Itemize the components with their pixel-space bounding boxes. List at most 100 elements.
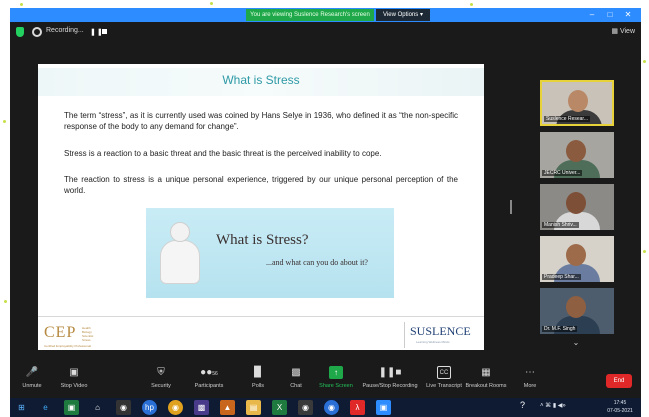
view-options-button[interactable]: View Options ▾ [376,9,430,21]
participant-tile[interactable]: Manish Shriv... [540,184,614,230]
participant-tile[interactable]: JECRC Univer... [540,132,614,178]
closed-captions-icon: CC [437,366,451,379]
suslence-logo: SUSLENCE [410,324,471,338]
windows-start-icon[interactable]: ⊞ [14,400,29,415]
polls-icon: ▉ [254,367,262,378]
view-button[interactable]: ▦ View [611,27,635,35]
share-screen-button[interactable]: ↑ Share Screen [306,366,366,396]
minimize-button[interactable]: – [586,9,598,21]
system-tray-icons[interactable]: ˄ ⌘ ▮ ◀» [540,402,566,409]
file-explorer-icon[interactable]: ▤ [246,400,261,415]
participant-tile[interactable]: Dr. M.F. Singh [540,288,614,334]
cep-logo: CEP [44,324,77,341]
breakout-rooms-icon: ▦ [481,367,491,378]
page-border-left [0,0,10,417]
split-resize-handle[interactable] [510,200,512,214]
border-dot [3,120,6,123]
share-screen-label: Share Screen [319,383,353,389]
more-dots-icon: ⋯ [525,367,535,378]
participant-head [566,244,586,266]
camera-icon[interactable]: ◉ [116,400,131,415]
gallery-scroll-down-icon[interactable]: ⌄ [568,338,584,350]
stressed-figure-head [170,222,190,242]
more-label: More [523,383,537,389]
border-dot [4,300,7,303]
stop-video-button[interactable]: ▣ Stop Video [44,366,104,396]
video-camera-icon: ▣ [69,367,79,378]
clock-date: 07-05-2021 [607,408,633,414]
participant-name: Manish Shriv... [542,222,579,228]
border-dot [643,250,646,253]
slide-title: What is Stress [222,73,300,87]
home-icon[interactable]: ⌂ [90,400,105,415]
chrome-icon[interactable]: ◉ [168,400,183,415]
grid-icon: ▦ [611,28,620,35]
help-icon[interactable]: ? [520,400,525,410]
hp-icon[interactable]: hp [142,400,157,415]
stop-video-label: Stop Video [60,383,88,389]
pause-stop-recording-label: Pause/Stop Recording [362,383,418,389]
zoom-title-bar: You are viewing Suslence Research's scre… [10,8,641,22]
participant-head [566,192,586,214]
shared-screen-slide: What is Stress The term “stress”, as it … [38,64,484,350]
taskbar-clock[interactable]: 17:45 07-05-2021 [605,399,635,415]
stress-banner-image: What is Stress? ...and what can you do a… [146,208,394,298]
border-dot [20,3,23,6]
recording-label: Recording... [46,27,84,34]
banner-title: What is Stress? [216,232,309,248]
vlc-icon[interactable]: ▲ [220,400,235,415]
security-shield-icon[interactable] [16,27,24,37]
clock-time: 17:45 [613,400,627,406]
participant-name: Dr. M.F. Singh [542,326,578,332]
stop-recording-icon[interactable] [102,29,107,34]
maximize-button[interactable]: □ [604,9,616,21]
border-dot [210,2,213,5]
screen: You are viewing Suslence Research's scre… [0,0,649,417]
participant-head [568,90,588,112]
pause-stop-icon: ❚❚■ [378,367,402,378]
suslence-tagline: Learning Wellness Minds [416,340,450,344]
footer-logo-rule [404,322,405,348]
close-button[interactable]: ✕ [622,9,634,21]
meeting-info-bar: Recording... ❚❚ ▦ View [10,22,641,42]
recording-icon [32,27,42,37]
excel-icon[interactable]: X [272,400,287,415]
edge-browser-icon[interactable]: e [38,400,53,415]
participant-head [566,140,586,162]
pause-stop-recording-button[interactable]: ❚❚■ Pause/Stop Recording [360,366,420,396]
chat-bubble-icon: ▩ [291,367,301,378]
slide-paragraph-1: The term “stress”, as it is currently us… [64,111,458,131]
screen-share-banner: You are viewing Suslence Research's scre… [246,9,374,21]
participants-count: 56 [212,371,218,377]
media-app-icon[interactable]: ◉ [298,400,313,415]
end-meeting-button[interactable]: End [606,374,632,388]
participant-tile[interactable]: Pradeep Shar... [540,236,614,282]
stressed-figure-illustration [160,240,200,284]
more-button[interactable]: ⋯ More [500,366,560,396]
view-label: View [619,28,635,35]
cep-logo-lines: Health Biology Scientist Stress [82,326,110,342]
zoom-taskbar-icon[interactable]: ▣ [376,400,391,415]
cep-tagline: Certified Employability Professional [44,344,92,348]
microphone-muted-icon: 🎤 [25,367,39,378]
photo-app-icon[interactable]: ▩ [194,400,209,415]
banner-subtitle: ...and what can you do about it? [266,258,368,267]
participant-name: Suslence Resear... [544,116,590,122]
participant-name: JECRC Univer... [542,170,583,176]
participant-name: Pradeep Shar... [542,274,581,280]
meeting-controls-toolbar: 🎤 Unmute ▣ Stop Video ⛨ Security ●●56 Pa… [10,362,641,398]
participant-tile[interactable]: Suslence Resear... [540,80,614,126]
slide-paragraph-2: Stress is a reaction to a basic threat a… [64,149,382,158]
border-dot [470,3,473,6]
store-icon[interactable]: ▣ [64,400,79,415]
participant-head [566,296,586,318]
share-screen-icon: ↑ [329,366,343,379]
border-dot [643,60,646,63]
slide-paragraph-3: The reaction to stress is a unique perso… [64,175,458,195]
browser-icon[interactable]: ◉ [324,400,339,415]
page-border-top [0,0,649,8]
cep-line: Stress [82,338,91,342]
participants-icon: ●●56 [200,367,218,378]
security-shield-icon: ⛨ [157,367,165,378]
acrobat-icon[interactable]: λ [350,400,365,415]
